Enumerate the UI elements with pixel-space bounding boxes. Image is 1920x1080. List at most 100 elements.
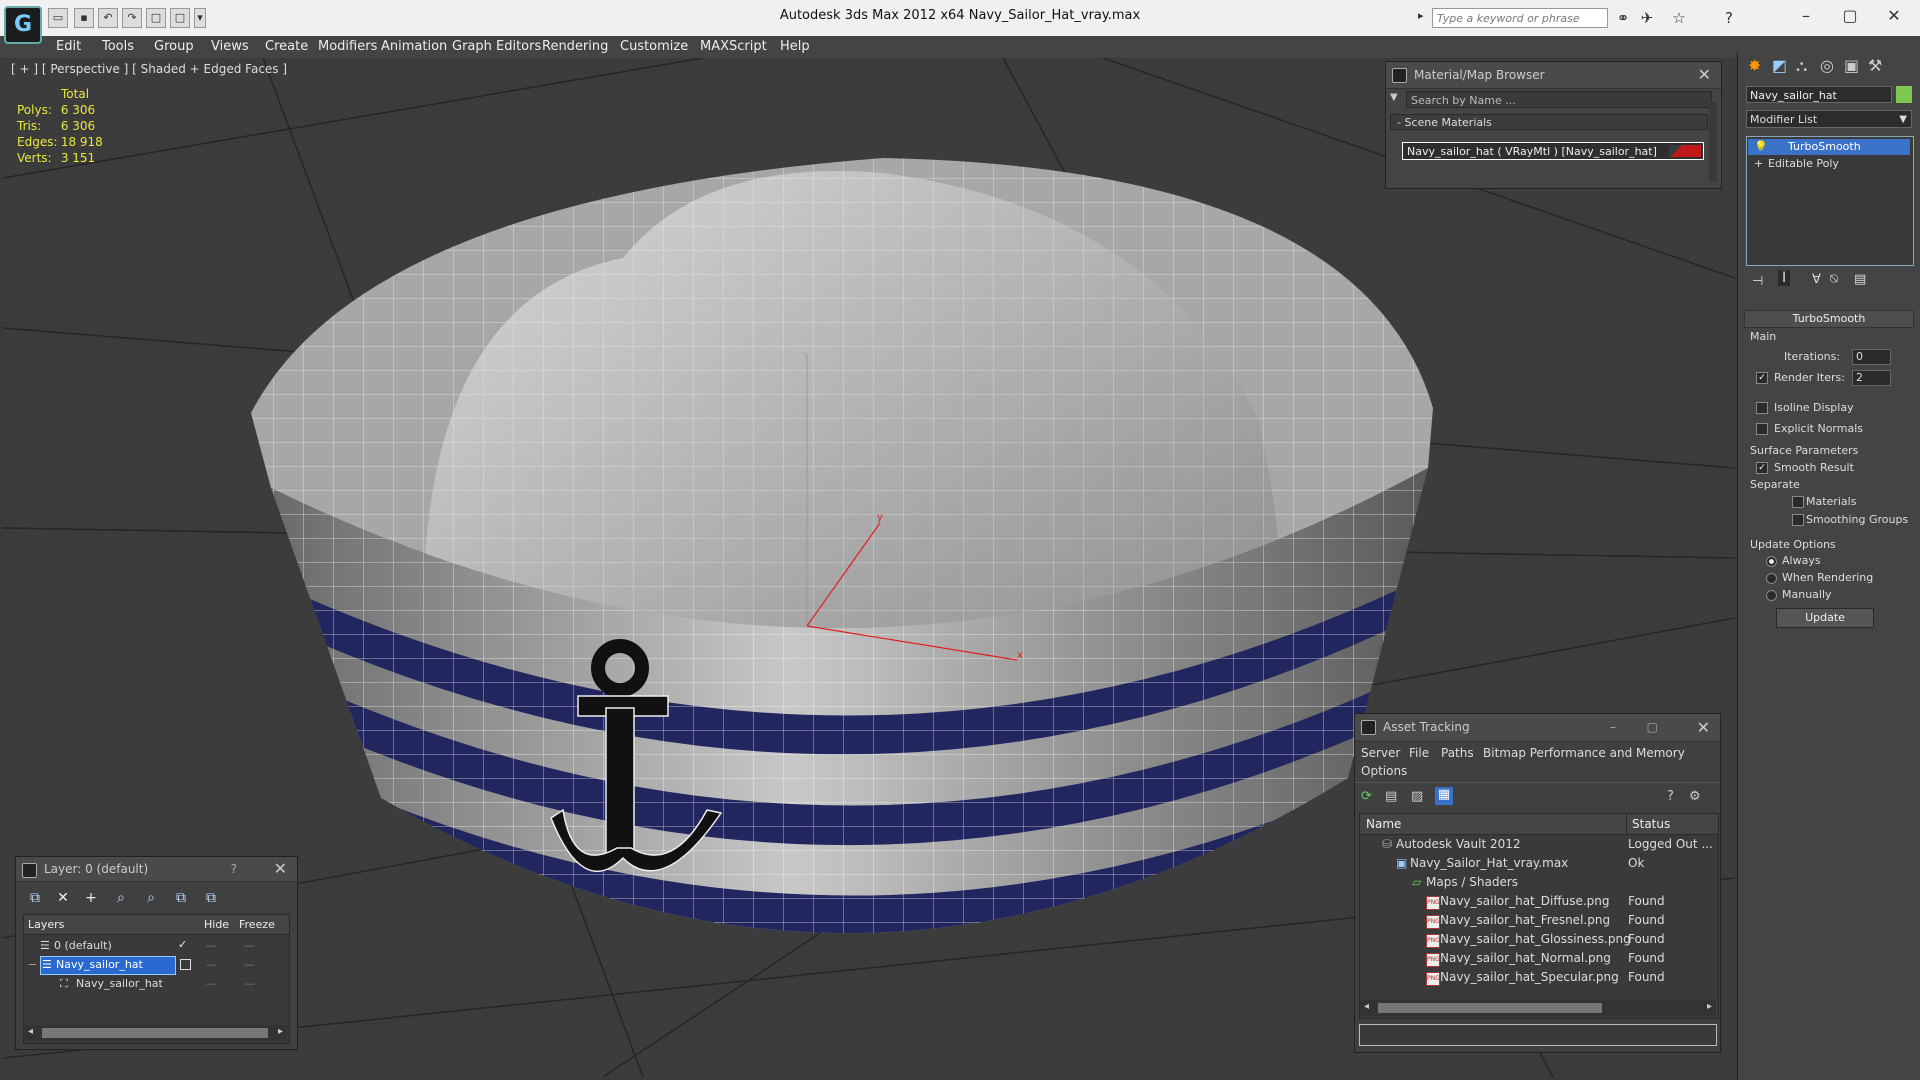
layer-row[interactable]: ☰ 0 (default) ✓ — — [24, 937, 289, 955]
asset-horizontal-scrollbar[interactable]: ◂ ▸ [1360, 1000, 1716, 1016]
menu-modifiers[interactable]: Modifiers [318, 39, 377, 54]
display-tab-icon[interactable]: ▣ [1844, 56, 1859, 75]
menu-create[interactable]: Create [265, 39, 308, 54]
at-menu-server[interactable]: Server [1361, 746, 1400, 760]
material-browser-close-button[interactable]: ✕ [1698, 62, 1711, 88]
render-iters-checkbox[interactable]: ✓ [1756, 372, 1768, 384]
create-layer-icon[interactable]: ⧉ [26, 889, 44, 907]
col-status-header[interactable]: Status [1632, 817, 1670, 831]
at-close-button[interactable]: ✕ [1697, 714, 1710, 741]
favorites-star-icon[interactable]: ☆ [1670, 9, 1688, 27]
create-tab-icon[interactable]: ✸ [1748, 56, 1761, 75]
asset-row[interactable]: PNG Navy_sailor_hat_Fresnel.png Found [1360, 912, 1714, 931]
at-settings-icon[interactable]: ⚙ [1689, 789, 1701, 804]
expand-plus-icon[interactable]: + [1754, 156, 1763, 172]
scene-materials-group[interactable]: - Scene Materials [1390, 114, 1708, 130]
pin-stack-icon[interactable]: ⊣ [1752, 274, 1763, 289]
layer-row[interactable]: − ☰ Navy_sailor_hat — — [24, 956, 289, 975]
freeze-toggle[interactable]: — [244, 958, 255, 971]
at-help-icon[interactable]: ? [1667, 789, 1674, 804]
at-menu-paths[interactable]: Paths [1441, 746, 1474, 760]
menu-group[interactable]: Group [154, 39, 194, 54]
at-menu-file[interactable]: File [1409, 746, 1429, 760]
table-view-icon[interactable]: ▦ [1435, 787, 1453, 805]
asset-row[interactable]: PNG Navy_sailor_hat_Diffuse.png Found [1360, 893, 1714, 912]
list-view-icon[interactable]: ▤ [1385, 789, 1397, 804]
col-layers-header[interactable]: Layers [28, 918, 64, 931]
utilities-tab-icon[interactable]: ⚒ [1868, 56, 1882, 75]
smoothing-groups-checkbox[interactable] [1792, 514, 1804, 526]
scroll-left-icon[interactable]: ◂ [1364, 1001, 1369, 1012]
scroll-right-icon[interactable]: ▸ [1707, 1001, 1712, 1012]
update-button[interactable]: Update [1776, 608, 1874, 628]
communication-center-icon[interactable]: ✈ [1638, 9, 1656, 27]
asset-path-field[interactable] [1359, 1024, 1717, 1046]
help-icon[interactable]: ? [1720, 9, 1738, 27]
turbosmooth-rollout-header[interactable]: TurboSmooth [1744, 310, 1914, 328]
app-logo-icon[interactable]: G [4, 6, 42, 44]
menu-graph-editors[interactable]: Graph Editors [452, 39, 541, 54]
minimize-button[interactable]: – [1784, 4, 1828, 28]
stack-item-turbosmooth[interactable]: 💡 TurboSmooth [1748, 139, 1910, 155]
smooth-result-checkbox[interactable]: ✓ [1756, 462, 1768, 474]
hierarchy-tab-icon[interactable]: ⛬ [1796, 56, 1807, 76]
object-color-swatch[interactable] [1896, 86, 1912, 103]
manually-radio[interactable] [1766, 590, 1777, 601]
make-unique-icon[interactable]: ∀ [1812, 272, 1821, 287]
when-rendering-radio[interactable] [1766, 573, 1777, 584]
thumbnail-view-icon[interactable]: ▨ [1411, 789, 1423, 804]
material-item[interactable]: Navy_sailor_hat ( VRayMtl ) [Navy_sailor… [1402, 142, 1704, 160]
layer-row[interactable]: ⛶ Navy_sailor_hat — — [24, 975, 289, 993]
at-minimize-button[interactable]: – [1610, 714, 1616, 741]
col-name-header[interactable]: Name [1366, 817, 1401, 831]
stack-item-editable-poly[interactable]: + Editable Poly [1748, 156, 1910, 172]
delete-layer-icon[interactable]: ✕ [54, 889, 72, 907]
layer-manager-titlebar[interactable]: Layer: 0 (default) ? ✕ [16, 857, 297, 882]
menu-edit[interactable]: Edit [56, 39, 81, 54]
layer-close-button[interactable]: ✕ [274, 857, 287, 881]
material-browser-titlebar[interactable]: Material/Map Browser ✕ [1386, 62, 1721, 89]
col-freeze-header[interactable]: Freeze [239, 918, 275, 931]
materials-checkbox[interactable] [1792, 496, 1804, 508]
menu-customize[interactable]: Customize [620, 39, 688, 54]
render-iters-spinner[interactable]: 2 [1852, 370, 1891, 386]
col-hide-header[interactable]: Hide [204, 918, 229, 931]
remove-modifier-icon[interactable]: ⍉ [1830, 272, 1838, 287]
asset-row[interactable]: PNG Navy_sailor_hat_Specular.png Found [1360, 969, 1714, 988]
hide-toggle[interactable]: — [206, 958, 217, 971]
hide-toggle[interactable]: — [206, 977, 217, 990]
browser-options-arrow-icon[interactable]: ▼ [1390, 92, 1398, 103]
menu-rendering[interactable]: Rendering [542, 39, 608, 54]
always-radio[interactable] [1766, 556, 1777, 567]
binoculars-icon[interactable]: ⚭ [1614, 9, 1632, 27]
add-to-layer-icon[interactable]: + [82, 889, 100, 907]
layer-help-button[interactable]: ? [231, 857, 237, 881]
scroll-thumb[interactable] [1378, 1003, 1602, 1013]
at-menu-bitmap[interactable]: Bitmap Performance and Memory [1483, 746, 1685, 760]
menu-tools[interactable]: Tools [102, 39, 134, 54]
scroll-thumb[interactable] [42, 1028, 268, 1038]
freeze-all-icon[interactable]: ⧉ [202, 889, 220, 907]
configure-modifier-sets-icon[interactable]: ▤ [1854, 272, 1866, 287]
material-search-input[interactable]: Search by Name ... [1406, 91, 1712, 108]
isoline-display-checkbox[interactable] [1756, 402, 1768, 414]
modify-tab-icon[interactable]: ◩ [1772, 56, 1787, 75]
show-end-result-icon[interactable]: Ⅰ [1778, 270, 1791, 286]
freeze-toggle[interactable]: — [244, 939, 255, 952]
hide-toggle[interactable]: — [206, 939, 217, 952]
object-name-field[interactable]: Navy_sailor_hat [1746, 86, 1892, 103]
asset-row[interactable]: ▣ Navy_Sailor_Hat_vray.max Ok [1360, 855, 1714, 874]
iterations-spinner[interactable]: 0 [1852, 349, 1891, 365]
freeze-toggle[interactable]: — [244, 977, 255, 990]
select-objects-icon[interactable]: ⌕ [112, 889, 130, 907]
lightbulb-icon[interactable]: 💡 [1754, 139, 1768, 155]
maximize-button[interactable]: ▢ [1828, 4, 1872, 28]
asset-tracking-titlebar[interactable]: Asset Tracking – ▢ ✕ [1355, 714, 1720, 742]
hide-all-icon[interactable]: ⧉ [172, 889, 190, 907]
at-menu-options[interactable]: Options [1361, 764, 1407, 778]
viewport-label[interactable]: [ + ] [ Perspective ] [ Shaded + Edged F… [11, 62, 287, 76]
explicit-normals-checkbox[interactable] [1756, 423, 1768, 435]
collapse-minus-icon[interactable]: − [28, 958, 37, 971]
asset-row[interactable]: ▱ Maps / Shaders [1360, 874, 1714, 893]
search-input[interactable]: Type a keyword or phrase [1432, 8, 1608, 28]
